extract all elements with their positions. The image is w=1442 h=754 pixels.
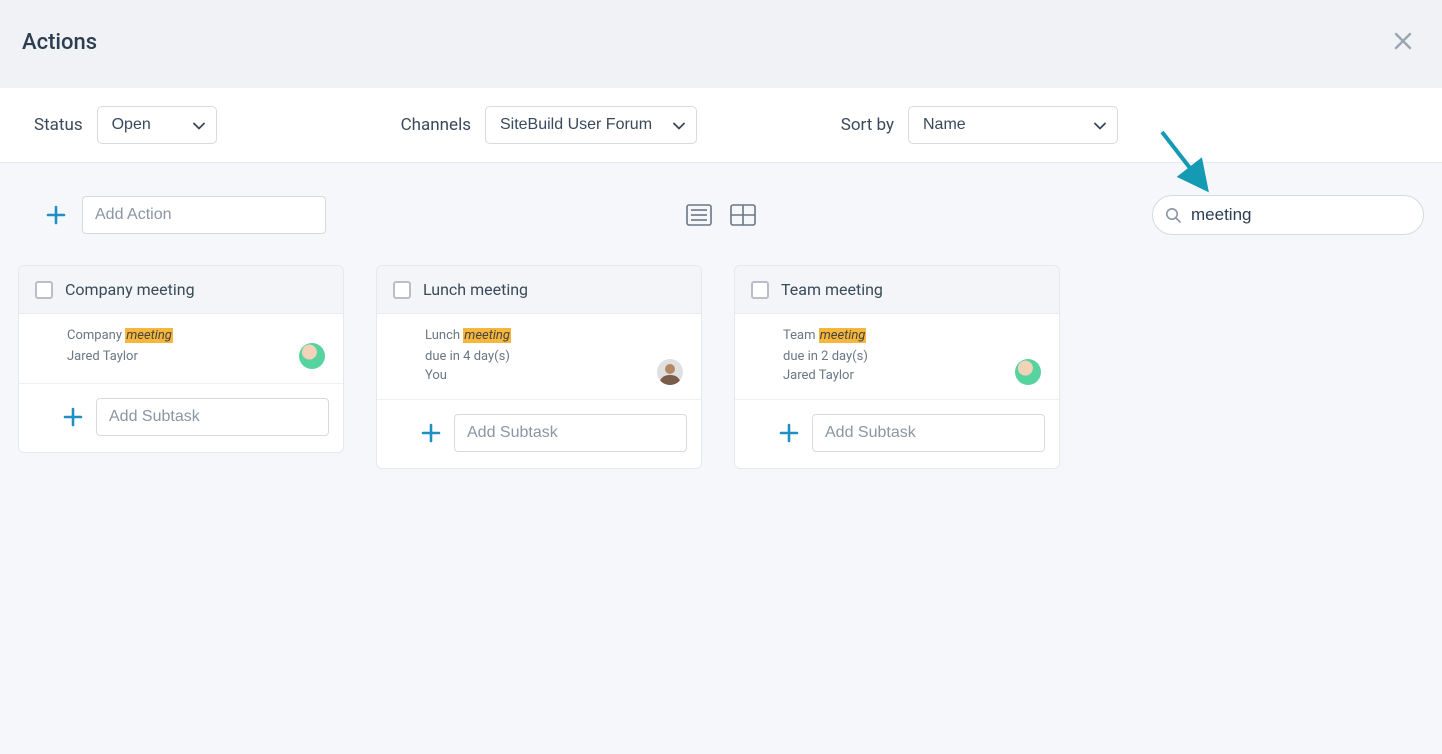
card-header: Company meeting	[19, 266, 343, 314]
status-select[interactable]: Open	[97, 106, 217, 144]
plus-icon	[63, 407, 83, 427]
add-subtask-button[interactable]	[417, 419, 444, 447]
search-match: Lunch meeting	[425, 328, 685, 343]
card-body: Team meeting due in 2 day(s) Jared Taylo…	[735, 314, 1059, 400]
toolbar	[0, 163, 1442, 259]
view-toggle	[686, 204, 756, 226]
modal-header: Actions	[0, 0, 1442, 88]
avatar	[1015, 359, 1041, 385]
add-action-button[interactable]	[42, 201, 70, 229]
card-body: Lunch meeting due in 4 day(s) You	[377, 314, 701, 400]
cards-container: Company meeting Company meeting Jared Ta…	[0, 259, 1442, 469]
card-header: Team meeting	[735, 266, 1059, 314]
highlight: meeting	[819, 328, 867, 343]
list-view-button[interactable]	[686, 204, 712, 226]
add-subtask-button[interactable]	[59, 403, 86, 431]
assignee-label: Jared Taylor	[67, 349, 327, 364]
plus-icon	[779, 423, 799, 443]
sort-select-value: Name	[923, 116, 966, 133]
card-checkbox[interactable]	[393, 281, 411, 299]
card-title: Lunch meeting	[423, 280, 528, 299]
plus-icon	[421, 423, 441, 443]
search-input[interactable]	[1152, 195, 1424, 235]
grid-view-button[interactable]	[730, 204, 756, 226]
add-subtask-button[interactable]	[775, 419, 802, 447]
action-card: Company meeting Company meeting Jared Ta…	[18, 265, 344, 453]
channels-label: Channels	[401, 115, 471, 135]
page-title: Actions	[22, 30, 97, 55]
card-footer	[19, 384, 343, 452]
close-button[interactable]	[1386, 24, 1420, 60]
filter-bar: Status Open Channels SiteBuild User Foru…	[0, 88, 1442, 163]
add-subtask-input[interactable]	[454, 414, 687, 452]
card-title: Team meeting	[781, 280, 883, 299]
sort-select[interactable]: Name	[908, 106, 1118, 144]
card-title: Company meeting	[65, 280, 195, 299]
search-match: Team meeting	[783, 328, 1043, 343]
add-action-input[interactable]	[82, 196, 326, 234]
due-label: due in 2 day(s)	[783, 349, 1043, 364]
add-subtask-input[interactable]	[812, 414, 1045, 452]
assignee-label: Jared Taylor	[783, 368, 1043, 383]
highlight: meeting	[125, 328, 173, 343]
card-checkbox[interactable]	[35, 281, 53, 299]
close-icon	[1394, 32, 1412, 50]
due-label: due in 4 day(s)	[425, 349, 685, 364]
search-match: Company meeting	[67, 328, 327, 343]
card-header: Lunch meeting	[377, 266, 701, 314]
avatar	[299, 343, 325, 369]
card-footer	[377, 400, 701, 468]
card-body: Company meeting Jared Taylor	[19, 314, 343, 384]
add-subtask-input[interactable]	[96, 398, 329, 436]
status-label: Status	[34, 115, 83, 135]
assignee-label: You	[425, 368, 685, 383]
highlight: meeting	[463, 328, 511, 343]
channels-select-value: SiteBuild User Forum	[500, 116, 652, 133]
sort-label: Sort by	[841, 115, 894, 135]
action-card: Team meeting Team meeting due in 2 day(s…	[734, 265, 1060, 469]
card-checkbox[interactable]	[751, 281, 769, 299]
channels-select[interactable]: SiteBuild User Forum	[485, 106, 697, 144]
search-icon	[1165, 207, 1181, 223]
action-card: Lunch meeting Lunch meeting due in 4 day…	[376, 265, 702, 469]
status-select-value: Open	[112, 116, 151, 133]
avatar	[657, 359, 683, 385]
card-footer	[735, 400, 1059, 468]
plus-icon	[46, 205, 66, 225]
